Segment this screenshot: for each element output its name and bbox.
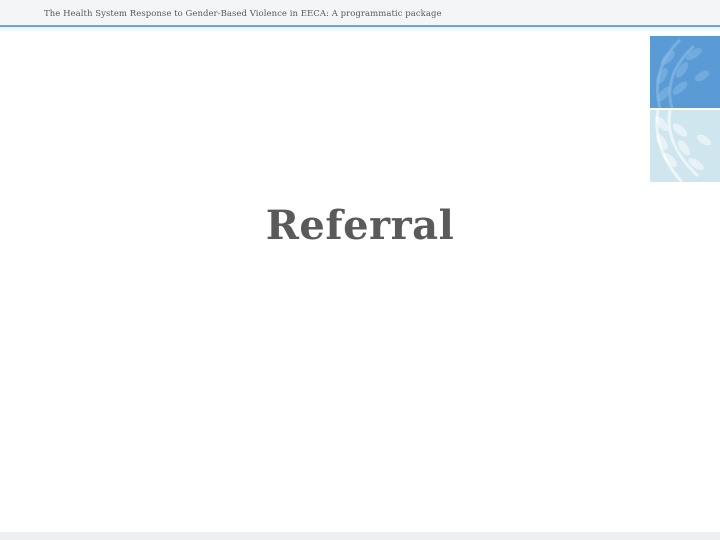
laurel-lower-icon [655, 110, 712, 182]
un-laurel-emblem-icon [650, 36, 720, 182]
header-rule-shadow [0, 27, 720, 33]
header-text: The Health System Response to Gender-Bas… [44, 9, 442, 19]
logo-upper-panel [650, 36, 720, 108]
logo-lower-panel [650, 110, 720, 182]
footer-bar [0, 532, 720, 540]
laurel-upper-icon [656, 38, 710, 108]
slide: The Health System Response to Gender-Bas… [0, 0, 720, 540]
slide-title: Referral [265, 202, 455, 249]
header-bar: The Health System Response to Gender-Bas… [0, 0, 720, 25]
